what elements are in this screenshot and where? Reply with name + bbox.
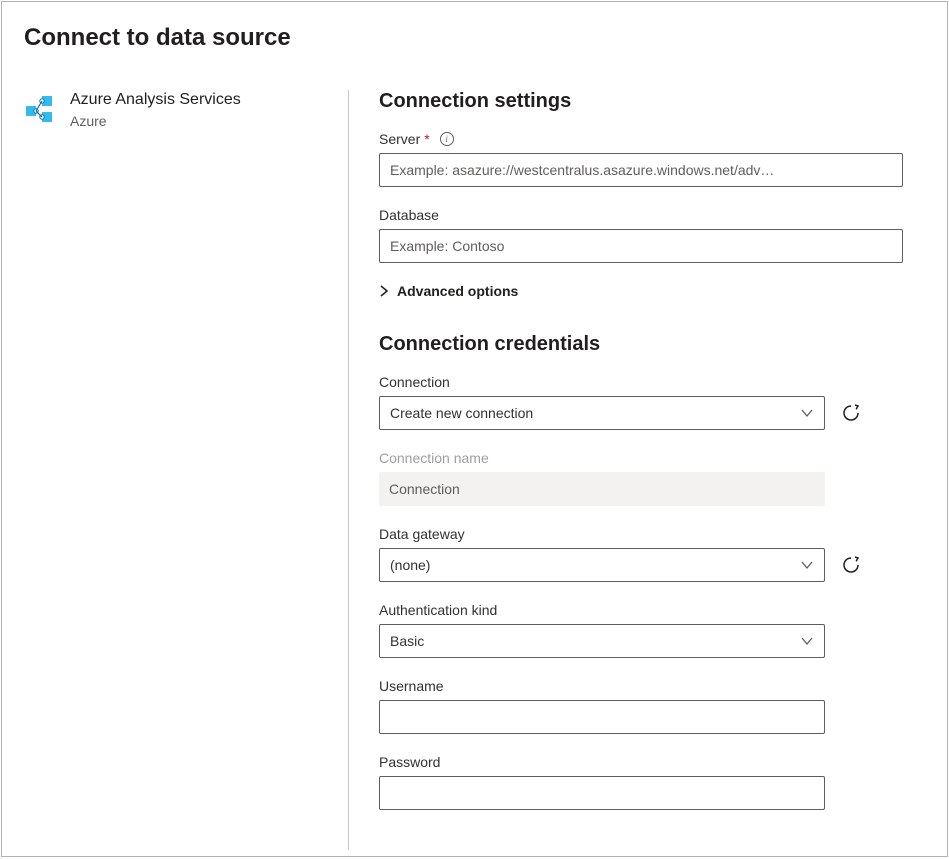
connection-credentials-heading: Connection credentials [379,333,925,356]
database-input[interactable] [379,229,903,263]
username-input[interactable] [379,700,825,734]
page-title: Connect to data source [24,24,925,52]
source-subtitle: Azure [70,112,241,130]
username-field: Username [379,678,925,734]
connection-name-input [379,472,825,506]
data-gateway-select[interactable]: (none) [379,548,825,582]
connection-select[interactable]: Create new connection [379,396,825,430]
connect-data-source-dialog: Connect to data source [1,1,948,857]
server-input[interactable] [379,153,903,187]
username-label: Username [379,678,925,694]
source-item[interactable]: Azure Analysis Services Azure [24,90,328,130]
password-label: Password [379,754,925,770]
connection-field: Connection Create new connection [379,374,925,430]
auth-kind-select[interactable]: Basic [379,624,825,658]
advanced-options-label: Advanced options [397,283,518,299]
auth-kind-field: Authentication kind Basic [379,602,925,658]
source-title: Azure Analysis Services [70,90,241,110]
database-label: Database [379,207,925,223]
data-gateway-label: Data gateway [379,526,925,542]
content-columns: Azure Analysis Services Azure Connection… [24,90,925,850]
chevron-right-icon [379,285,389,297]
required-marker: * [424,131,429,147]
source-text: Azure Analysis Services Azure [70,90,241,130]
auth-kind-label: Authentication kind [379,602,925,618]
data-gateway-field: Data gateway (none) [379,526,925,582]
refresh-icon[interactable] [841,403,861,423]
password-field: Password [379,754,925,810]
server-field: Server * i [379,131,925,187]
info-icon[interactable]: i [440,132,454,146]
refresh-icon[interactable] [841,555,861,575]
database-field: Database [379,207,925,263]
advanced-options-toggle[interactable]: Advanced options [379,283,925,299]
server-label: Server * i [379,131,925,147]
source-list: Azure Analysis Services Azure [24,90,349,850]
connection-label: Connection [379,374,925,390]
connection-settings-heading: Connection settings [379,90,925,113]
connection-name-label: Connection name [379,450,925,466]
azure-analysis-services-icon [24,92,56,124]
server-label-text: Server [379,131,420,147]
form-panel: Connection settings Server * i Database … [349,90,925,850]
connection-name-field: Connection name [379,450,925,506]
password-input[interactable] [379,776,825,810]
